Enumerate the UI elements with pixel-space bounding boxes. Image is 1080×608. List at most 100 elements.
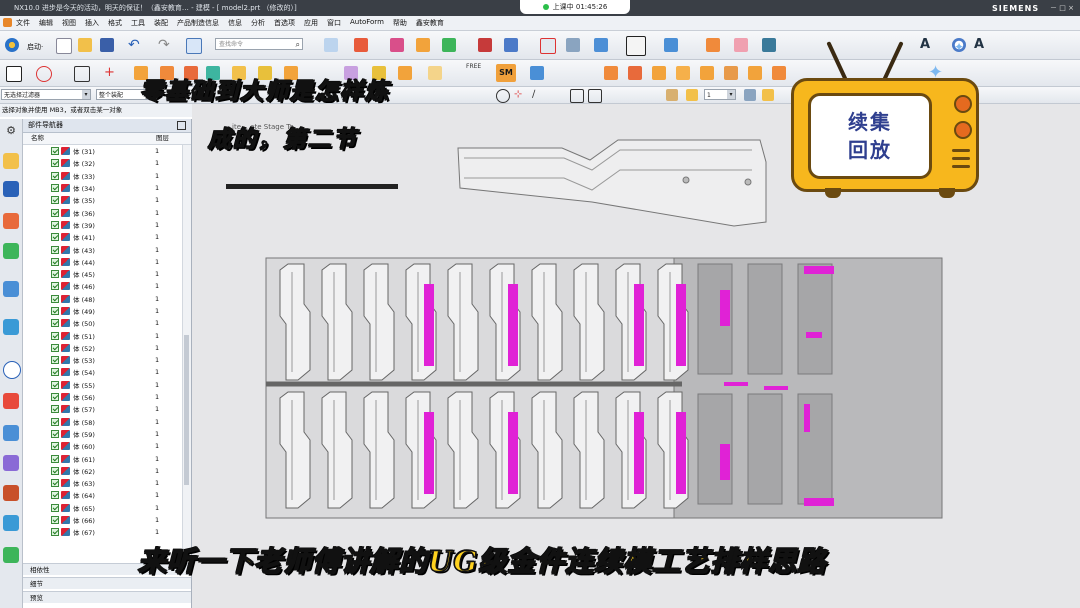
visibility-checkbox[interactable] (51, 479, 59, 488)
type-filter-select[interactable]: 无选择过滤器 ▾ (1, 89, 91, 100)
save-icon[interactable] (100, 38, 114, 52)
tree-row-body[interactable]: 体 (39) 1 (23, 219, 181, 231)
replay-badge[interactable]: 续集 回放 (791, 41, 981, 198)
system-materials-icon[interactable] (3, 393, 19, 409)
part-navigator-icon[interactable] (3, 213, 19, 229)
chevron-down-icon[interactable]: ▾ (727, 90, 735, 99)
system-scenes-icon[interactable] (3, 515, 19, 531)
tree-row-body[interactable]: 体 (35) 1 (23, 194, 181, 206)
menu-help[interactable]: 帮助 (393, 18, 407, 28)
window-icon[interactable] (186, 38, 202, 54)
text-a-icon[interactable]: A (920, 38, 934, 52)
visibility-checkbox[interactable] (51, 368, 59, 377)
visibility-checkbox[interactable] (51, 270, 59, 279)
feature2-icon[interactable] (628, 66, 642, 80)
tree-row-body[interactable]: 体 (58) 1 (23, 416, 181, 428)
menu-window[interactable]: 窗口 (327, 18, 341, 28)
tree-row-body[interactable]: 体 (52) 1 (23, 342, 181, 354)
visibility-checkbox[interactable] (51, 343, 59, 352)
process-studio-icon[interactable] (3, 425, 19, 441)
tree-row-body[interactable]: 体 (41) 1 (23, 231, 181, 243)
menu-autoform[interactable]: AutoForm (350, 18, 384, 28)
tree-row-body[interactable]: 体 (57) 1 (23, 403, 181, 415)
tree-row-body[interactable]: 体 (49) 1 (23, 305, 181, 317)
redo-icon[interactable]: ↷ (158, 38, 172, 52)
section-preview[interactable]: 预览 (23, 591, 191, 603)
feature4-icon[interactable] (676, 66, 690, 80)
body-icon[interactable] (686, 89, 698, 101)
tree-row-body[interactable]: 体 (36) 1 (23, 206, 181, 218)
menu-preferences[interactable]: 首选项 (274, 18, 295, 28)
visibility-checkbox[interactable] (51, 417, 59, 426)
intersection-icon[interactable] (588, 89, 602, 103)
sheet-metal-icon[interactable]: SM (496, 64, 516, 82)
feature7-icon[interactable] (748, 66, 762, 80)
visibility-checkbox[interactable] (51, 356, 59, 365)
tree-row-body[interactable]: 体 (48) 1 (23, 293, 181, 305)
measure-icon[interactable] (416, 38, 430, 52)
analysis-icon[interactable] (442, 38, 456, 52)
scrollbar-thumb[interactable] (184, 335, 189, 485)
arrow-down-icon[interactable] (530, 66, 544, 80)
start-label[interactable]: 启动· (27, 42, 43, 52)
start-icon[interactable] (5, 38, 19, 52)
visibility-checkbox[interactable] (51, 196, 59, 205)
visibility-checkbox[interactable] (51, 380, 59, 389)
feature6-icon[interactable] (724, 66, 738, 80)
constraint-navigator-icon[interactable] (3, 181, 19, 197)
visibility-checkbox[interactable] (51, 220, 59, 229)
tree-row-body[interactable]: 体 (56) 1 (23, 391, 181, 403)
feature8-icon[interactable] (772, 66, 786, 80)
menu-format[interactable]: 格式 (108, 18, 122, 28)
tree-row-body[interactable]: 体 (65) 1 (23, 502, 181, 514)
open-folder-icon[interactable] (78, 38, 92, 52)
trim-icon[interactable]: + (104, 66, 118, 80)
tree-row-body[interactable]: 体 (34) 1 (23, 182, 181, 194)
layer-icon[interactable] (706, 38, 720, 52)
chevron-down-icon[interactable]: ▾ (82, 90, 90, 99)
menu-application[interactable]: 应用 (304, 18, 318, 28)
menu-assembly[interactable]: 装配 (154, 18, 168, 28)
rectangle-icon[interactable] (6, 66, 22, 82)
pan-icon[interactable] (566, 38, 580, 52)
visibility-checkbox[interactable] (51, 245, 59, 254)
visibility-checkbox[interactable] (51, 491, 59, 500)
offset-icon[interactable] (428, 66, 442, 80)
web-browser-icon[interactable] (3, 319, 19, 335)
wrench-icon[interactable] (390, 38, 404, 52)
cube-icon[interactable] (594, 38, 608, 52)
tree-row-body[interactable]: 体 (67) 1 (23, 526, 181, 538)
visibility-checkbox[interactable] (51, 516, 59, 525)
roles-icon[interactable] (3, 485, 19, 501)
midpoint-icon[interactable]: ∕ (532, 89, 544, 101)
menu-xinan[interactable]: 鑫安教育 (416, 18, 444, 28)
tree-row-body[interactable]: 体 (43) 1 (23, 243, 181, 255)
tree-row-body[interactable]: 体 (55) 1 (23, 379, 181, 391)
menu-tools[interactable]: 工具 (131, 18, 145, 28)
visibility-checkbox[interactable] (51, 159, 59, 168)
visibility-checkbox[interactable] (51, 454, 59, 463)
tree-row-body[interactable]: 体 (31) 1 (23, 145, 181, 157)
control-point-icon[interactable] (570, 89, 584, 103)
tree-row-body[interactable]: 体 (63) 1 (23, 477, 181, 489)
tree-row-body[interactable]: 体 (53) 1 (23, 354, 181, 366)
tree-row-body[interactable]: 体 (51) 1 (23, 329, 181, 341)
undo-icon[interactable]: ↶ (128, 38, 142, 52)
visibility-checkbox[interactable] (51, 393, 59, 402)
trim-body-icon[interactable] (398, 66, 412, 80)
visibility-checkbox[interactable] (51, 294, 59, 303)
visibility-checkbox[interactable] (51, 147, 59, 156)
hd3d-icon[interactable] (3, 281, 19, 297)
search-icon[interactable]: ⌕ (296, 39, 300, 51)
visibility-checkbox[interactable] (51, 257, 59, 266)
tree-row-body[interactable]: 体 (64) 1 (23, 489, 181, 501)
visibility-checkbox[interactable] (51, 429, 59, 438)
tree-row-body[interactable]: 体 (61) 1 (23, 452, 181, 464)
layer-settings-icon[interactable] (744, 89, 756, 101)
fit-icon[interactable] (540, 38, 556, 54)
visibility-checkbox[interactable] (51, 307, 59, 315)
layer-select[interactable]: 1 ▾ (704, 89, 736, 100)
tree-row-body[interactable]: 体 (33) 1 (23, 170, 181, 182)
face-icon[interactable] (666, 89, 678, 101)
tree-row-body[interactable]: 体 (54) 1 (23, 366, 181, 378)
